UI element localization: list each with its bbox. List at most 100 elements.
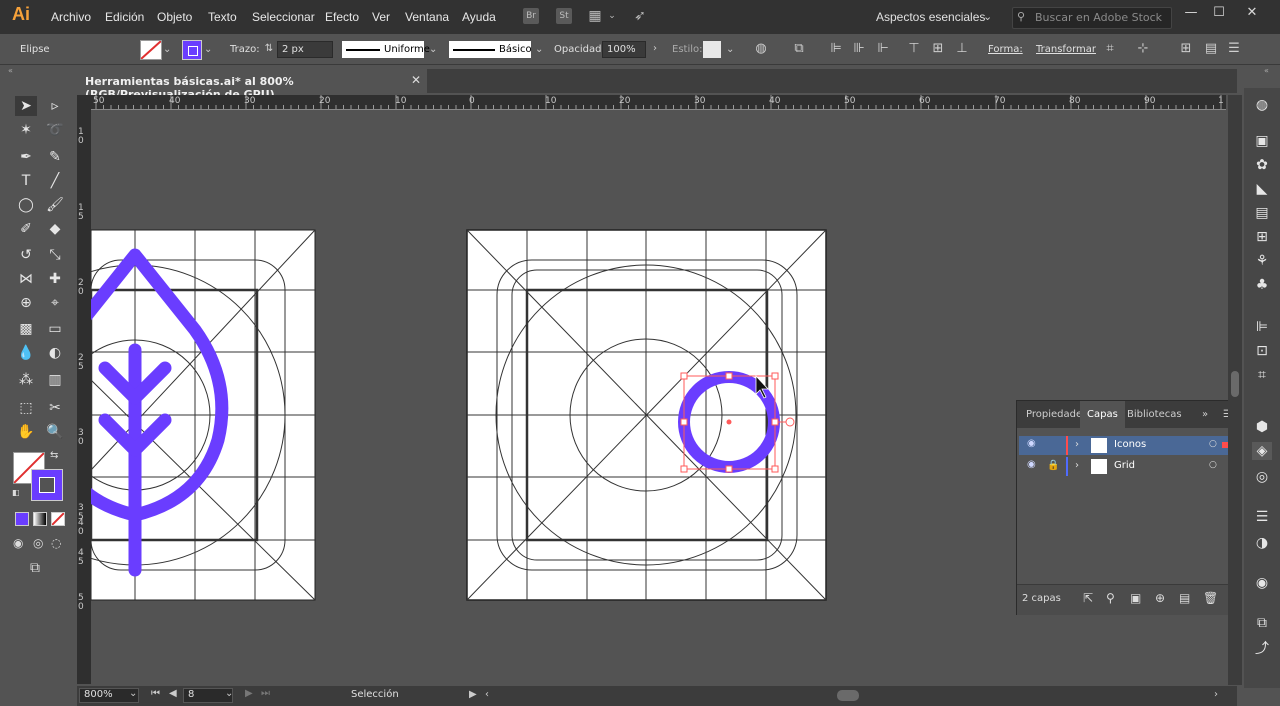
appearance-icon[interactable]: ◎ [1252,468,1272,486]
draw-normal-icon[interactable]: ◉ [13,536,23,550]
align-right-icon[interactable]: ⊩ [875,41,891,57]
lasso-tool-icon[interactable]: ➰ [44,120,66,140]
draw-behind-icon[interactable]: ◎ [33,536,43,550]
gradient-mode-icon[interactable] [33,512,47,526]
curvature-tool-icon[interactable]: ✎ [44,147,66,167]
selection-tool-icon[interactable]: ➤ [15,96,37,116]
magic-wand-tool-icon[interactable]: ✶ [15,120,37,140]
target-circle-icon[interactable]: ○ [1209,460,1217,470]
mesh-tool-icon[interactable]: ▩ [15,319,37,339]
bridge-icon[interactable]: Br [523,8,539,24]
menu-objeto[interactable]: Objeto [157,10,192,24]
ellipse-tool-icon[interactable]: ◯ [15,195,37,215]
layer-name[interactable]: Iconos [1114,439,1146,450]
graphic-styles-icon[interactable]: ♣ [1252,276,1272,294]
export-icon[interactable]: ⤴ [1252,640,1272,658]
swap-colors-icon[interactable]: ⇆ [50,450,58,461]
minimize-button[interactable]: — [1180,5,1202,23]
chevron-down-icon[interactable]: ⌄ [726,44,734,62]
align-left-icon[interactable]: ⊫ [828,41,844,57]
target-circle-icon[interactable]: ○ [1209,439,1217,449]
draw-inside-icon[interactable]: ◌ [51,536,61,550]
expand-icon[interactable]: » [1202,409,1208,420]
chevron-down-icon[interactable]: ⌄ [983,10,992,23]
align-to-icon[interactable]: ⧉ [791,41,807,57]
symbol-sprayer-tool-icon[interactable]: ⁂ [15,370,37,390]
collapse-icon[interactable]: « [8,66,13,75]
pen-tool-icon[interactable]: ✒ [15,147,37,167]
swatches-icon[interactable]: ◣ [1252,180,1272,198]
color-guide-icon[interactable]: ✿ [1252,156,1272,174]
layer-row-iconos[interactable]: ◉ › Iconos ○ [1019,436,1237,455]
eraser-tool-icon[interactable]: ◆ [44,219,66,239]
layer-name[interactable]: Grid [1114,460,1135,471]
properties-icon[interactable]: ▣ [1252,132,1272,150]
trash-icon[interactable]: 🗑 [1203,591,1218,605]
brush-select[interactable]: Básico [449,41,532,58]
type-tool-icon[interactable]: T [15,171,37,191]
shape-builder-tool-icon[interactable]: ⊕ [15,293,37,313]
libraries-icon[interactable]: ⬢ [1252,418,1272,436]
align-bottom-icon[interactable]: ⊥ [954,41,970,57]
grid-arrange-icon[interactable]: ⊞ [1178,41,1194,57]
menu-edicion[interactable]: Edición [105,10,144,24]
chevron-right-icon[interactable]: ▶ [469,689,477,700]
color-panel-icon[interactable]: ◍ [1252,96,1272,114]
scale-tool-icon[interactable]: ⤡ [44,245,66,265]
stroke-panel-icon[interactable]: ☰ [1252,508,1272,526]
rotate-tool-icon[interactable]: ↺ [15,245,37,265]
expand-arrow-icon[interactable]: › [1075,460,1079,471]
stroke-swatch[interactable] [182,40,202,60]
locate-object-icon[interactable]: ⚲ [1106,591,1115,605]
stock-search-input[interactable]: ⚲ Buscar en Adobe Stock [1012,7,1172,29]
last-artboard-icon[interactable]: ⏭ [261,688,270,699]
new-sublayer-icon[interactable]: ⊕ [1155,591,1165,605]
isolate-icon[interactable]: ⌗ [1102,41,1118,57]
export-assets-icon[interactable]: ⇱ [1083,591,1093,605]
transform-button[interactable]: Transformar [1036,44,1096,55]
tab-capas[interactable]: Capas [1080,401,1125,428]
eyedropper-tool-icon[interactable]: 💧 [15,343,37,363]
puppet-warp-tool-icon[interactable]: ✚ [44,269,66,289]
clipping-mask-icon[interactable]: ▣ [1130,591,1141,605]
tab-bibliotecas[interactable]: Bibliotecas [1127,409,1182,420]
stroke-color-box[interactable] [31,469,63,501]
lock-icon[interactable]: 🔒 [1047,460,1059,471]
chevron-down-icon[interactable]: ⌄ [129,688,137,699]
panel-options-icon[interactable]: ▤ [1203,41,1219,57]
hand-tool-icon[interactable]: ✋ [15,422,37,442]
next-artboard-icon[interactable]: ▶ [245,688,253,699]
visibility-eye-icon[interactable]: ◉ [1027,438,1036,449]
blend-tool-icon[interactable]: ◐ [44,343,66,363]
menu-icon[interactable]: ☰ [1226,41,1242,57]
maximize-button[interactable]: ☐ [1208,5,1230,23]
opacity-field[interactable]: 100% [602,41,646,58]
layers-icon[interactable]: ◈ [1252,442,1272,460]
slice-tool-icon[interactable]: ✂ [44,398,66,418]
default-colors-icon[interactable]: ◧ [12,488,20,497]
collapse-icon[interactable]: « [1264,66,1269,75]
vertical-scrollbar[interactable] [1228,95,1242,685]
menu-seleccionar[interactable]: Seleccionar [252,10,315,24]
workspace-switcher[interactable]: Aspectos esenciales [876,10,985,24]
graph-tool-icon[interactable]: ▥ [44,370,66,390]
chevron-right-icon[interactable]: › [1214,689,1218,700]
tab-propiedades[interactable]: Propiedades [1026,409,1087,420]
gpu-rocket-icon[interactable]: ➶ [632,8,648,24]
menu-efecto[interactable]: Efecto [325,10,359,24]
menu-archivo[interactable]: Archivo [51,10,91,24]
screen-mode-icon[interactable]: ⧉ [30,560,40,576]
gradient-panel-icon[interactable]: ▤ [1252,204,1272,222]
chevron-down-icon[interactable]: ⌄ [604,8,620,24]
zoom-tool-icon[interactable]: 🔍 [44,422,66,442]
width-tool-icon[interactable]: ⋈ [15,269,37,289]
direct-selection-tool-icon[interactable]: ▹ [44,96,66,116]
chevron-left-icon[interactable]: ‹ [485,689,489,700]
pathfinder-icon[interactable]: ⊡ [1252,342,1272,360]
shaper-tool-icon[interactable]: ✐ [15,219,37,239]
artboards-icon[interactable]: ⧉ [1252,614,1272,632]
transform-panel-icon[interactable]: ⌗ [1252,366,1272,384]
color-mode-icon[interactable] [15,512,29,526]
fill-swatch[interactable] [140,40,162,60]
paintbrush-tool-icon[interactable]: 🖌 [44,195,66,215]
